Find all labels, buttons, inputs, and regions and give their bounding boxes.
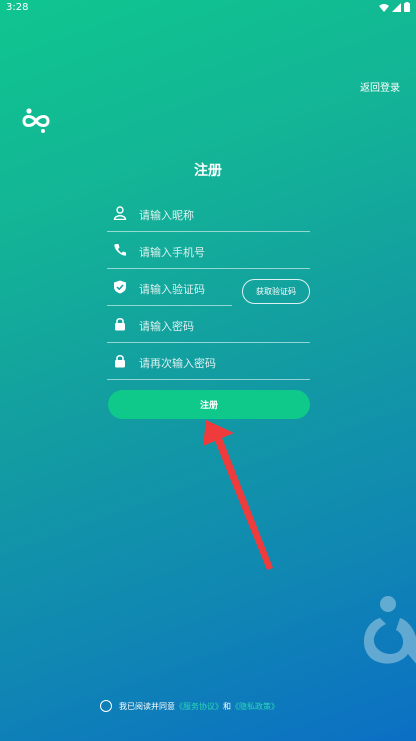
annotation-arrow (203, 420, 273, 570)
privacy-policy-link[interactable]: 《隐私政策》 (231, 701, 279, 712)
agreement-conjunction: 和 (223, 701, 231, 711)
agree-checkbox[interactable] (100, 700, 112, 712)
service-agreement-link[interactable]: 《服务协议》 (175, 701, 223, 712)
decorative-logo-icon (364, 596, 416, 664)
agreement-row: 我已阅读并同意 《服务协议》 和 《隐私政策》 (100, 700, 279, 712)
agreement-prefix: 我已阅读并同意 (119, 701, 175, 711)
